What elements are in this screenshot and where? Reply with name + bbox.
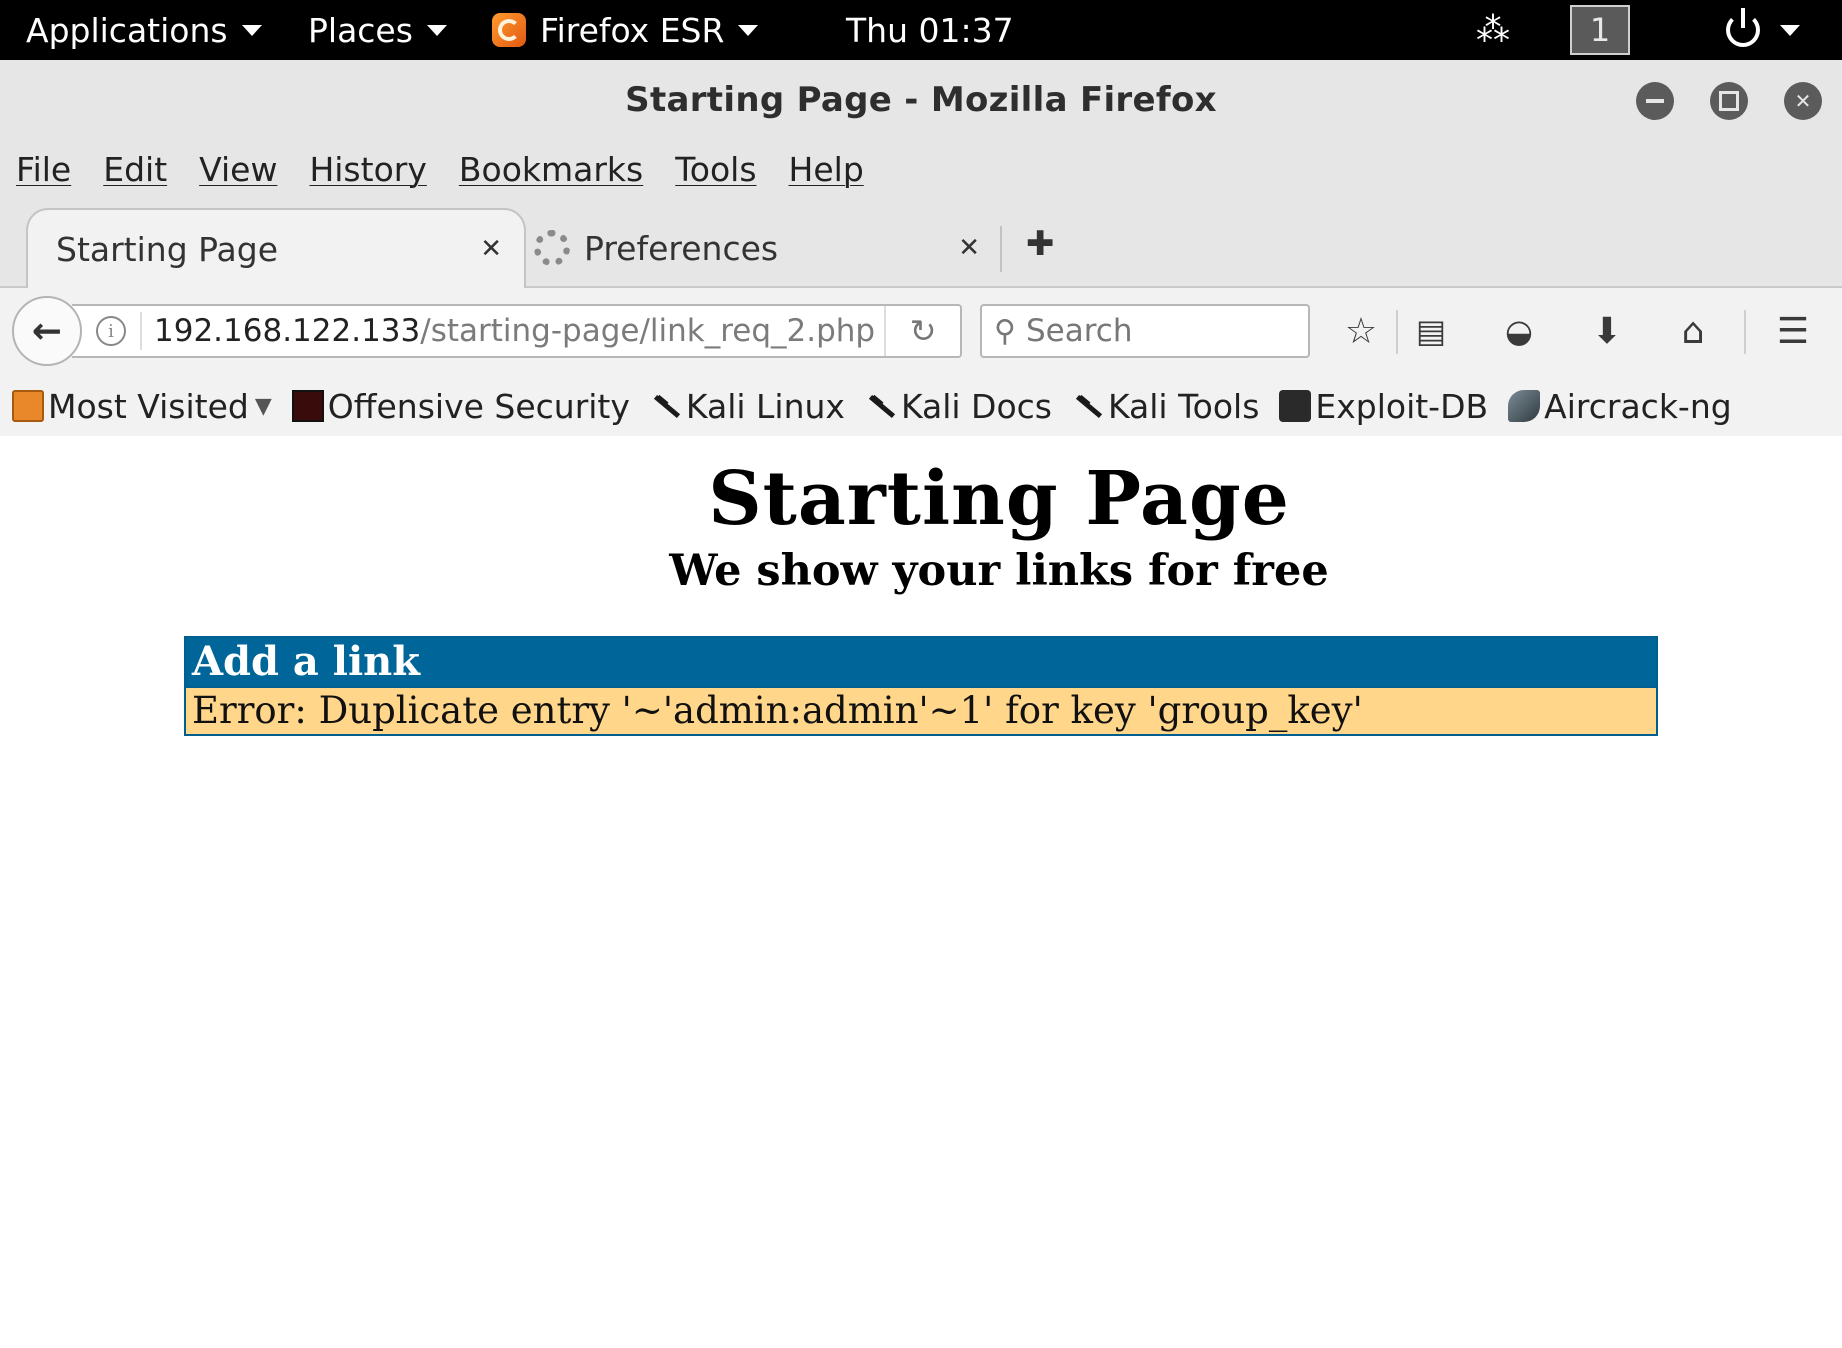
bookmark-kali-tools[interactable]: Kali Tools [1072,387,1259,426]
reading-list-icon[interactable]: ▤ [1408,308,1454,354]
gear-icon [534,230,570,266]
close-tab-icon[interactable]: ✕ [480,234,502,264]
tab-preferences[interactable]: Preferences ✕ [534,208,992,288]
window-title: Starting Page - Mozilla Firefox [625,80,1217,120]
bookmark-label: Most Visited [48,386,249,426]
app-menu-label: Firefox ESR [540,10,725,50]
toolbar-separator [1396,310,1398,354]
tab-label: Starting Page [56,229,279,269]
menu-file[interactable]: File [16,150,71,189]
users-icon[interactable]: ⁂ [1476,0,1510,60]
bookmark-offensive-security[interactable]: Offensive Security [291,386,630,426]
bookmark-label: Offensive Security [327,386,630,426]
close-tab-icon[interactable]: ✕ [958,233,980,263]
applications-label: Applications [26,10,228,50]
bookmark-label: Aircrack-ng [1544,386,1732,426]
tab-starting-page[interactable]: Starting Page ✕ [26,208,526,288]
close-window-button[interactable] [1784,82,1822,120]
kali-icon [650,390,682,422]
menu-tools[interactable]: Tools [675,150,756,189]
places-menu[interactable]: Places [308,0,447,60]
applications-menu[interactable]: Applications [26,0,262,60]
navigation-toolbar: i 192.168.122.133 /starting-page/link_re… [0,288,1842,376]
page-subtitle: We show your links for free [669,546,1329,596]
bookmark-label: Kali Linux [685,386,845,426]
bookmark-kali-linux[interactable]: Kali Linux [650,387,845,426]
bookmark-label: Exploit-DB [1315,386,1489,426]
chevron-down-icon: ▼ [254,393,272,419]
exploitdb-icon [1279,390,1312,422]
workspace-number: 1 [1570,5,1630,55]
folder-icon [12,390,44,422]
menu-history[interactable]: History [309,150,426,189]
search-bar[interactable]: ⚲ Search [980,304,1310,358]
url-bar[interactable]: i 192.168.122.133 /starting-page/link_re… [72,304,962,358]
error-message: Error: Duplicate entry '~'admin:admin'~1… [186,686,1656,734]
toolbar-separator [1744,310,1746,354]
menu-view[interactable]: View [199,150,277,189]
firefox-window-chrome: Starting Page - Mozilla Firefox File Edi… [0,60,1842,436]
power-icon [1726,8,1760,47]
kali-icon [865,390,897,422]
url-separator [140,312,142,350]
firefox-icon [492,13,526,47]
add-link-panel: Add a link Error: Duplicate entry '~'adm… [184,636,1658,736]
reload-icon[interactable]: ↻ [884,306,960,356]
bookmark-label: Kali Tools [1107,386,1260,426]
download-icon[interactable]: ⬇ [1584,308,1630,354]
chevron-down-icon [1780,24,1800,36]
bookmarks-toolbar: Most Visited ▼ Offensive Security Kali L… [0,376,1842,436]
site-info-icon[interactable]: i [96,316,126,346]
menu-edit[interactable]: Edit [103,150,167,189]
maximize-button[interactable] [1710,82,1748,120]
url-host: 192.168.122.133 [154,313,421,349]
window-titlebar[interactable]: Starting Page - Mozilla Firefox [0,60,1842,140]
menu-bar: File Edit View History Bookmarks Tools H… [0,140,1842,198]
page-title: Starting Page [708,456,1290,542]
home-icon[interactable]: ⌂ [1670,308,1716,354]
pocket-icon[interactable]: ◒ [1496,308,1542,354]
chevron-down-icon [241,24,262,36]
hamburger-menu-icon[interactable]: ☰ [1770,308,1816,354]
back-button[interactable]: ← [12,296,82,366]
chevron-down-icon [738,24,759,36]
tab-label: Preferences [584,228,779,268]
bookmark-kali-docs[interactable]: Kali Docs [865,387,1052,426]
system-menu[interactable] [1726,0,1800,60]
clock-label: Thu 01:37 [846,10,1014,50]
aircrack-icon [1508,390,1541,422]
places-label: Places [308,10,413,50]
clock[interactable]: Thu 01:37 [846,0,1014,60]
bookmark-star-icon[interactable]: ☆ [1338,308,1384,354]
menu-help[interactable]: Help [789,150,864,189]
tab-strip: Starting Page ✕ Preferences ✕ ✚ [0,200,1842,288]
page-content: Starting Page We show your links for fre… [0,436,1842,1348]
new-tab-button[interactable]: ✚ [1026,224,1055,264]
url-path: /starting-page/link_req_2.php [420,313,876,349]
panel-header: Add a link [186,638,1656,686]
menu-bookmarks[interactable]: Bookmarks [459,150,643,189]
minimize-button[interactable] [1636,82,1674,120]
workspace-indicator[interactable]: 1 [1570,0,1630,60]
search-icon: ⚲ [994,313,1016,349]
offsec-icon [291,390,324,422]
bookmark-most-visited[interactable]: Most Visited ▼ [12,387,272,426]
bookmark-aircrack-ng[interactable]: Aircrack-ng [1508,387,1732,426]
bookmark-exploit-db[interactable]: Exploit-DB [1279,387,1488,426]
gnome-top-bar: Applications Places Firefox ESR Thu 01:3… [0,0,1842,60]
chevron-down-icon [426,24,447,36]
app-menu[interactable]: Firefox ESR [492,0,759,60]
tab-separator [1000,226,1002,272]
kali-icon [1072,390,1104,422]
search-placeholder: Search [1025,313,1133,349]
bookmark-label: Kali Docs [900,386,1052,426]
